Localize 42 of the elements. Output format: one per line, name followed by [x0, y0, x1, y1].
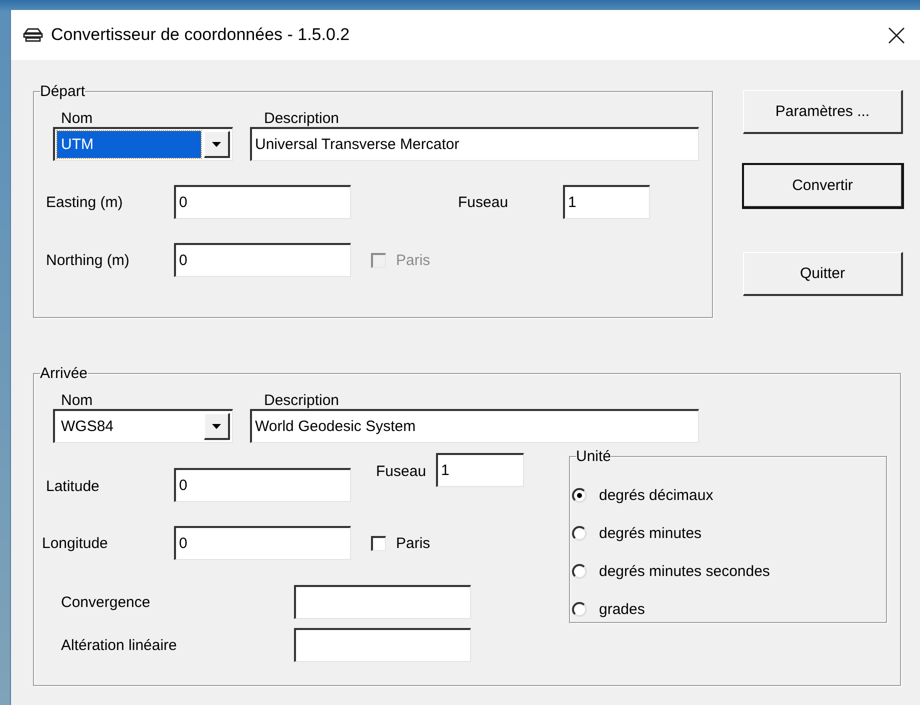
easting-field[interactable]: 0: [174, 185, 351, 219]
unit-radio[interactable]: degrés minutes: [570, 514, 886, 552]
group-title: Arrivée: [40, 366, 88, 381]
linear-alteration-label: Altération linéaire: [60, 636, 178, 654]
app-icon: [23, 28, 43, 42]
zone-field[interactable]: 1: [436, 453, 524, 487]
dialog-button[interactable]: Paramètres ...: [743, 90, 903, 134]
zone-field[interactable]: 1: [563, 185, 650, 219]
description-label: Description: [264, 392, 340, 408]
unit-radio[interactable]: degrés minutes secondes: [570, 552, 886, 590]
group-title: Unité: [576, 449, 612, 464]
dialog-button[interactable]: Quitter: [743, 252, 903, 296]
caret-icon: [212, 424, 221, 428]
description-field[interactable]: World Geodesic System: [250, 409, 699, 443]
description-label: Description: [264, 110, 340, 126]
linear-alteration-field[interactable]: [294, 628, 471, 662]
convergence-label: Convergence: [60, 594, 152, 610]
caret-icon: [212, 142, 221, 146]
northing-label: Northing (m): [45, 252, 130, 268]
latitude-field[interactable]: 0: [174, 468, 351, 502]
easting-label: Easting (m): [45, 194, 124, 210]
northing-field[interactable]: 0: [174, 243, 351, 277]
paris-checkbox[interactable]: Paris: [371, 534, 430, 552]
name-combo[interactable]: UTM: [53, 127, 233, 161]
description-field[interactable]: Universal Transverse Mercator: [250, 127, 699, 161]
longitude-field[interactable]: 0: [174, 526, 351, 560]
group-title: Départ: [40, 84, 86, 99]
zone-label: Fuseau: [457, 194, 510, 210]
name-label: Nom: [60, 110, 94, 126]
window-title: Convertisseur de coordonnées - 1.5.0.2: [51, 25, 351, 45]
dropdown-button[interactable]: [204, 413, 230, 440]
unit-radio[interactable]: grades: [570, 590, 886, 628]
latitude-label: Latitude: [45, 478, 100, 495]
name-label: Nom: [60, 392, 94, 408]
longitude-label: Longitude: [41, 534, 109, 552]
close-icon: [888, 26, 905, 44]
name-combo[interactable]: WGS84: [53, 409, 233, 443]
convergence-field[interactable]: [294, 585, 471, 619]
unit-radio[interactable]: degrés décimaux: [570, 476, 886, 514]
dialog-button[interactable]: Convertir: [743, 164, 903, 208]
dropdown-button[interactable]: [204, 131, 230, 158]
zone-label: Fuseau: [375, 463, 428, 480]
